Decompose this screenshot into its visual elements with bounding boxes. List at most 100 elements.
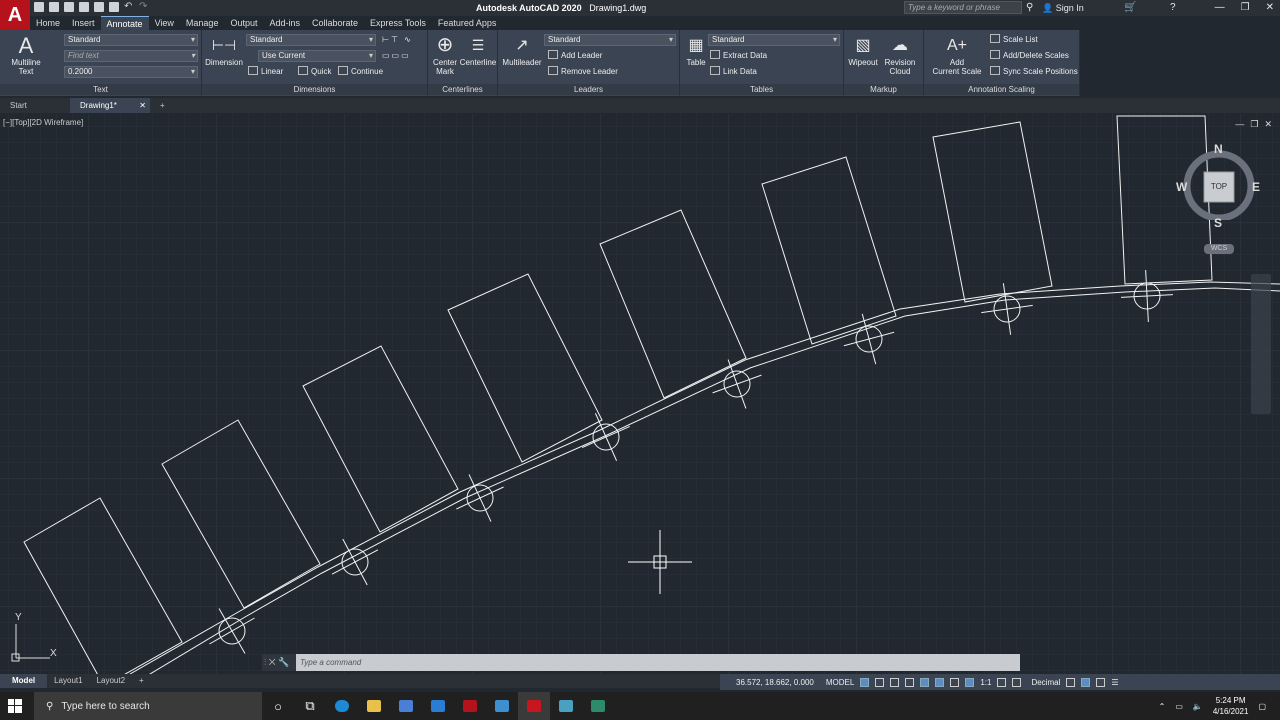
wcs-menu[interactable]: WCS xyxy=(1204,244,1234,254)
compass-south[interactable]: S xyxy=(1214,216,1222,230)
annotation-scale-select[interactable]: 1:1 xyxy=(980,678,991,687)
tab-collaborate[interactable]: Collaborate xyxy=(306,16,364,30)
link-data-button[interactable]: Link Data xyxy=(710,66,757,78)
tables-panel-title[interactable]: Tables xyxy=(680,84,843,95)
cortana-icon[interactable]: ○ xyxy=(262,692,294,720)
viewport-close-button[interactable]: ✕ xyxy=(1264,119,1272,130)
leader-style-select[interactable]: Standard xyxy=(544,34,676,46)
tab-layout1[interactable]: Layout1 xyxy=(47,674,89,688)
close-tab-icon[interactable]: ✕ xyxy=(139,98,146,113)
compass-west[interactable]: W xyxy=(1176,180,1187,194)
print-icon[interactable] xyxy=(109,2,119,12)
tab-manage[interactable]: Manage xyxy=(180,16,225,30)
dim-style-select[interactable]: Standard xyxy=(246,34,376,46)
viewport-restore-button[interactable]: ❐ xyxy=(1250,119,1258,130)
osnap-toggle-icon[interactable] xyxy=(920,677,930,687)
multileader-button[interactable]: ↗ Multileader xyxy=(502,34,542,67)
sign-in-link[interactable]: 👤 Sign In xyxy=(1042,3,1084,14)
help-icon[interactable]: ? xyxy=(1170,2,1176,13)
ortho-toggle-icon[interactable] xyxy=(890,677,900,687)
new-tab-button[interactable]: + xyxy=(150,98,175,113)
dimension-button[interactable]: ⊢⊣ Dimension xyxy=(204,34,244,68)
navigation-bar[interactable] xyxy=(1251,274,1271,414)
text-style-select[interactable]: Standard xyxy=(64,34,198,46)
maximize-button[interactable]: ❐ xyxy=(1241,2,1250,13)
taskbar-clock[interactable]: 5:24 PM 4/16/2021 xyxy=(1213,695,1249,717)
text-height-input[interactable]: 0.2000 xyxy=(64,66,198,78)
command-line-controls[interactable]: ⫶ ✕ 🔧 xyxy=(262,654,296,671)
annotation-visibility-icon[interactable] xyxy=(965,677,975,687)
snap-toggle-icon[interactable] xyxy=(875,677,885,687)
taskbar-search-box[interactable]: ⚲ Type here to search xyxy=(34,692,262,720)
dim-tools-row-2[interactable]: ▭▭▭ xyxy=(382,50,411,62)
plot-icon[interactable] xyxy=(94,2,104,12)
sync-scale-positions-button[interactable]: Sync Scale Positions xyxy=(990,66,1078,78)
wipeout-button[interactable]: ▧ Wipeout xyxy=(846,34,880,67)
revision-cloud-button[interactable]: ☁ Revision Cloud xyxy=(882,34,918,76)
search-input[interactable]: Type a keyword or phrase xyxy=(904,1,1022,14)
cart-icon[interactable]: 🛒 xyxy=(1124,2,1136,13)
drawing1-tab[interactable]: Drawing1* ✕ xyxy=(70,98,150,113)
start-tab[interactable]: Start xyxy=(0,98,70,113)
polar-toggle-icon[interactable] xyxy=(905,677,915,687)
find-text-input[interactable]: Find text xyxy=(64,50,198,62)
add-leader-button[interactable]: Add Leader xyxy=(548,50,602,62)
windows-start-button[interactable] xyxy=(0,692,30,720)
dim-tools-row-1[interactable]: ⊢⊤ ∿ xyxy=(382,34,413,46)
add-delete-scales-button[interactable]: Add/Delete Scales xyxy=(990,50,1069,62)
tab-add-ins[interactable]: Add-ins xyxy=(263,16,306,30)
isolate-objects-icon[interactable] xyxy=(1081,677,1091,687)
tab-view[interactable]: View xyxy=(149,16,180,30)
workspace-gear-icon[interactable] xyxy=(997,677,1007,687)
network-icon[interactable]: ▭ xyxy=(1175,702,1183,711)
autocad-active-icon[interactable] xyxy=(518,692,550,720)
clean-screen-icon[interactable] xyxy=(1096,677,1106,687)
tab-insert[interactable]: Insert xyxy=(66,16,101,30)
recorder-app-icon[interactable] xyxy=(582,692,614,720)
store-icon[interactable] xyxy=(390,692,422,720)
open-file-icon[interactable] xyxy=(49,2,59,12)
viewport-minimize-button[interactable]: — xyxy=(1235,119,1244,130)
annotation-monitor-icon[interactable] xyxy=(1012,677,1022,687)
units-select[interactable]: Decimal xyxy=(1031,678,1060,687)
table-style-select[interactable]: Standard xyxy=(708,34,840,46)
remove-leader-button[interactable]: Remove Leader xyxy=(548,66,618,78)
undo-icon[interactable]: ↶ xyxy=(124,2,134,12)
new-file-icon[interactable] xyxy=(34,2,44,12)
drawing-canvas[interactable] xyxy=(0,114,1280,674)
scale-list-button[interactable]: Scale List xyxy=(990,34,1038,46)
volume-icon[interactable]: 🔈 xyxy=(1193,702,1203,711)
tab-layout2[interactable]: Layout2 xyxy=(90,674,132,688)
autocad-taskbar-icon[interactable] xyxy=(454,692,486,720)
model-space-button[interactable]: MODEL xyxy=(826,678,854,687)
tab-express-tools[interactable]: Express Tools xyxy=(364,16,432,30)
extract-data-button[interactable]: Extract Data xyxy=(710,50,767,62)
edge-icon[interactable] xyxy=(326,692,358,720)
screen-app-icon[interactable] xyxy=(550,692,582,720)
grid-toggle-icon[interactable] xyxy=(860,677,870,687)
customize-status-icon[interactable]: ☰ xyxy=(1111,678,1118,687)
tab-model[interactable]: Model xyxy=(0,674,48,688)
search-icon[interactable]: ⚲ xyxy=(1026,2,1033,13)
add-current-scale-button[interactable]: A+ Add Current Scale xyxy=(928,34,986,76)
close-button[interactable]: ✕ xyxy=(1266,2,1274,13)
mail-icon[interactable] xyxy=(422,692,454,720)
photos-icon[interactable] xyxy=(486,692,518,720)
quick-dim-button[interactable]: Quick xyxy=(298,66,331,78)
save-as-icon[interactable] xyxy=(79,2,89,12)
save-icon[interactable] xyxy=(64,2,74,12)
compass-east[interactable]: E xyxy=(1252,180,1260,194)
leaders-panel-title[interactable]: Leaders xyxy=(498,84,679,95)
quick-properties-icon[interactable] xyxy=(1066,677,1076,687)
center-mark-button[interactable]: ⊕ Center Mark xyxy=(430,34,460,77)
file-explorer-icon[interactable] xyxy=(358,692,390,720)
centerline-button[interactable]: ☰ Centerline xyxy=(460,34,496,68)
tray-chevron-icon[interactable]: ⌃ xyxy=(1159,702,1166,711)
tab-annotate[interactable]: Annotate xyxy=(100,16,149,30)
text-panel-title[interactable]: Text xyxy=(0,84,201,95)
drawing-viewport[interactable]: [−][Top][2D Wireframe] — ❐ ✕ TOP N S E W… xyxy=(0,114,1280,674)
tab-output[interactable]: Output xyxy=(224,16,263,30)
dim-layer-select[interactable]: Use Current xyxy=(258,50,376,62)
notifications-icon[interactable]: ▢ xyxy=(1258,702,1266,711)
continue-dim-button[interactable]: Continue xyxy=(338,66,383,78)
